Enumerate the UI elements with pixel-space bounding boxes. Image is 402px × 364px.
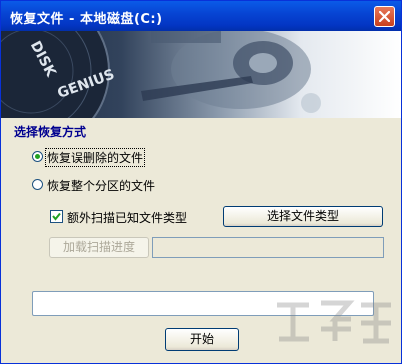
radio-selected-dot — [35, 154, 40, 159]
close-button[interactable] — [374, 6, 395, 27]
extra-scan-checkbox[interactable] — [50, 210, 63, 223]
section-title: 选择恢复方式 — [14, 125, 87, 139]
recover-deleted-label[interactable]: 恢复误删除的文件 — [44, 148, 146, 167]
recover-partition-label[interactable]: 恢复整个分区的文件 — [47, 177, 155, 194]
window-title: 恢复文件 - 本地磁盘(C:) — [10, 12, 163, 27]
banner-image: DISK GENIUS — [1, 31, 401, 118]
hard-disk-illustration: DISK GENIUS — [1, 31, 321, 118]
title-bar[interactable]: 恢复文件 - 本地磁盘(C:) — [1, 1, 401, 31]
extra-scan-label[interactable]: 额外扫描已知文件类型 — [67, 209, 187, 226]
scan-progress-path-field — [152, 237, 384, 258]
start-button[interactable]: 开始 — [165, 328, 239, 351]
recover-deleted-radio[interactable] — [32, 151, 43, 162]
close-icon — [379, 11, 390, 22]
recover-files-dialog: 恢复文件 - 本地磁盘(C:) DISK GENIUS 选择恢复方式 恢复误删除… — [0, 0, 402, 364]
load-scan-progress-button[interactable]: 加载扫描进度 — [49, 237, 149, 258]
recover-partition-radio[interactable] — [32, 179, 43, 190]
watermark-logo — [277, 300, 391, 344]
checkmark-icon — [52, 212, 61, 221]
select-file-types-button[interactable]: 选择文件类型 — [223, 206, 383, 227]
